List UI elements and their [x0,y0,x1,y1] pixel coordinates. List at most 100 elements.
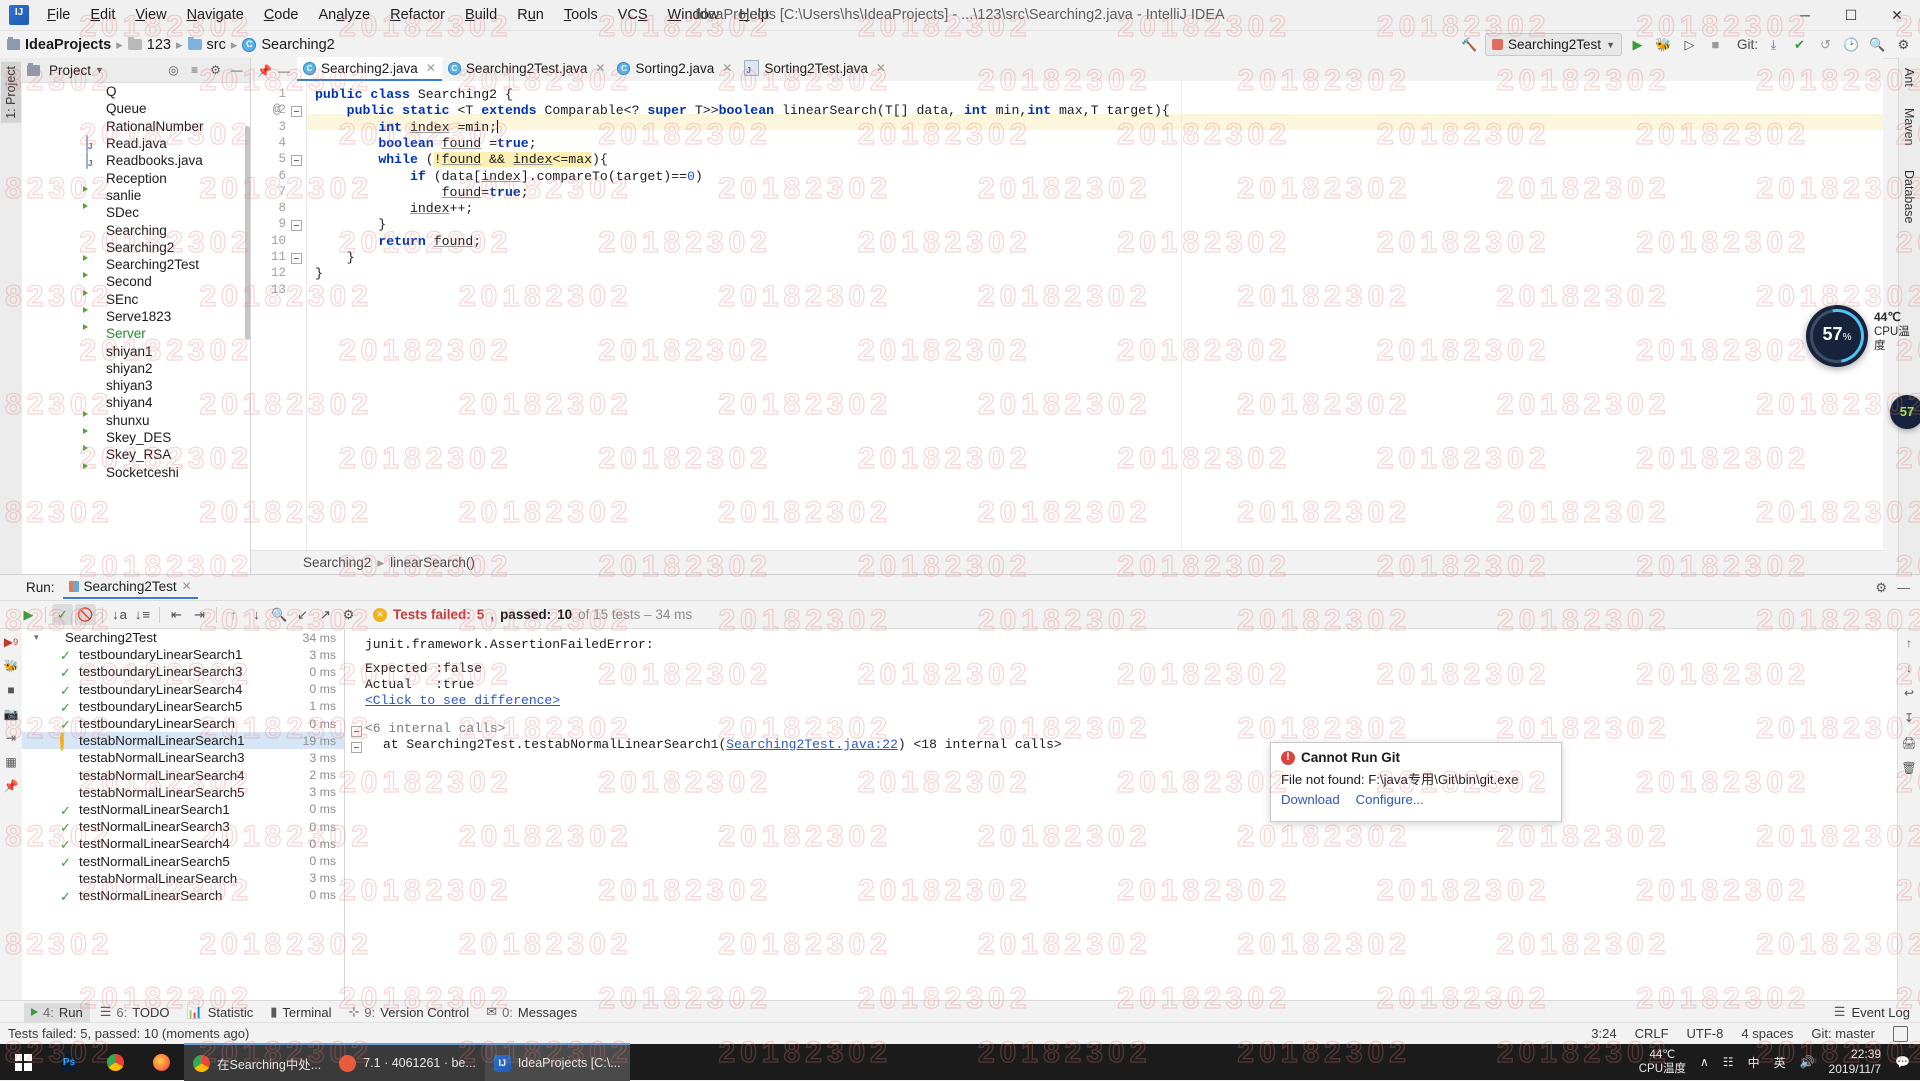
start-button[interactable] [0,1044,46,1080]
scroll-down-icon[interactable]: ↓ [1899,657,1919,679]
tray-volume-icon[interactable]: 🔊 [1800,1055,1815,1069]
close-icon[interactable]: ✕ [182,579,192,593]
scroll-up-icon[interactable]: ↑ [1899,632,1919,654]
test-output-console[interactable]: junit.framework.AssertionFailedError: Ex… [345,629,1898,1007]
tree-item-shiyan3[interactable]: shiyan3 [22,377,250,394]
maximize-button[interactable]: ☐ [1828,0,1874,30]
tree-item-server[interactable]: Server [22,325,250,342]
show-passed-icon[interactable]: ✓ [52,604,73,625]
bottom-tab-run[interactable]: 4: Run [24,1002,90,1022]
notification-download-link[interactable]: Download [1281,792,1340,807]
dump-threads-icon[interactable]: ⇥ [1,727,21,749]
stack-link[interactable]: Searching2Test.java:22 [726,737,898,752]
editor-tab-searching2test-java[interactable]: Searching2Test.java ✕ [442,57,612,81]
tree-item-sdec[interactable]: SDec [22,204,250,221]
breadcrumb-class[interactable]: Searching2 [303,555,371,570]
sort-alpha-icon[interactable]: ↓ a [109,604,130,625]
next-fail-icon[interactable]: ↓ [246,604,267,625]
taskbar-window-browser[interactable]: 在Searching中处... [184,1043,331,1081]
tree-item-shunxu[interactable]: shunxu [22,412,250,429]
test-row-testNormalLinearSearch[interactable]: ✓ testNormalLinearSearch 0 ms [22,887,344,904]
pin-icon[interactable]: 📌 [1,775,21,797]
bottom-tab-todo[interactable]: ☰ 6: TODO [93,1002,177,1022]
tree-item-rationalnumber[interactable]: RationalNumber [22,118,250,135]
code-fold-icon[interactable] [291,155,302,167]
caret-position[interactable]: 3:24 [1591,1026,1616,1041]
test-row-testboundaryLinearSearch1[interactable]: ✓ testboundaryLinearSearch1 3 ms [22,646,344,663]
minimize-button[interactable]: ─ [1782,0,1828,30]
taskbar-app-photoshop[interactable]: Ps [46,1044,92,1080]
menu-code[interactable]: Code [254,3,309,27]
editor-tab-sorting2test-java[interactable]: Sorting2Test.java ✕ [738,57,892,81]
hide-panel-icon[interactable]: — [229,63,244,78]
menu-help[interactable]: Help [729,3,779,27]
tray-cpu-temp[interactable]: 44℃ CPU温度 [1639,1048,1686,1076]
settings-gear-icon[interactable]: ⚙ [208,63,223,78]
project-scrollbar[interactable] [245,126,250,340]
tree-item-skey-rsa[interactable]: Skey_RSA [22,446,250,463]
cpu-gauge-mini[interactable] [1890,395,1920,429]
menu-window[interactable]: Window [658,3,730,27]
clear-all-icon[interactable]: 🗑 [1899,757,1919,779]
rerun-icon[interactable]: ▶ [18,604,39,625]
editor-tab-sorting2-java[interactable]: Sorting2.java ✕ [611,57,738,81]
notification-center-icon[interactable]: 💬 [1895,1055,1910,1069]
tray-expand-icon[interactable]: ∧ [1700,1055,1709,1069]
taskbar-window-qq[interactable]: 7.1 · 4061261 · be... [330,1043,485,1081]
menu-view[interactable]: View [125,3,176,27]
code-content[interactable]: public class Searching2 { public static … [307,81,1883,550]
breadcrumb-item-class[interactable]: Searching2 [238,36,338,54]
test-row-testabNormalLinearSearch3[interactable]: testabNormalLinearSearch3 3 ms [22,749,344,766]
sidebar-item-ant[interactable]: Ant [1899,64,1919,91]
revert-icon[interactable]: ↺ [1815,34,1836,55]
tree-item-second[interactable]: Second [22,273,250,290]
breadcrumb-item-project[interactable]: IdeaProjects [3,36,115,54]
close-icon[interactable]: ✕ [595,61,605,75]
editor-gutter[interactable]: 1 2 @3 4 5 6 7 8 9 10 11 12 13 [251,81,306,550]
export-icon[interactable]: ↗ [315,604,336,625]
stop-icon[interactable]: ■ [1705,34,1726,55]
tree-item-shiyan2[interactable]: shiyan2 [22,360,250,377]
test-row-testNormalLinearSearch5[interactable]: ✓ testNormalLinearSearch5 0 ms [22,852,344,869]
indent-setting[interactable]: 4 spaces [1741,1026,1793,1041]
hammer-build-icon[interactable]: 🔨 [1459,34,1480,55]
menu-tools[interactable]: Tools [554,3,608,27]
code-fold-icon[interactable] [291,220,302,232]
close-icon[interactable]: ✕ [876,61,886,75]
code-fold-icon[interactable] [291,253,302,264]
hide-panel-icon[interactable]: — [1897,580,1910,596]
run-tab-searching2test[interactable]: Searching2Test ✕ [62,577,198,599]
lock-icon[interactable] [1893,1025,1908,1042]
project-file-tree[interactable]: QQueueRationalNumber Read.javaReadbooks.j… [22,83,250,574]
rerun-failed-icon[interactable]: ▶ 9 [1,631,21,653]
tree-item-read-java[interactable]: Read.java [22,135,250,153]
collapse-all-icon[interactable]: ⇥ [189,604,210,625]
taskbar-app-firefox[interactable] [138,1044,184,1080]
tray-network-icon[interactable]: ☷ [1723,1055,1734,1069]
stop-icon[interactable]: ■ [1,679,21,701]
search-icon[interactable]: 🔍 [269,604,290,625]
close-icon[interactable]: ✕ [722,61,732,75]
notification-configure-link[interactable]: Configure... [1356,792,1424,807]
menu-run[interactable]: Run [507,3,554,27]
editor-tab-searching2-java[interactable]: Searching2.java ✕ [296,57,442,81]
print-icon[interactable]: 🖨 [1899,732,1919,754]
line-separator[interactable]: CRLF [1635,1026,1669,1041]
menu-vcs[interactable]: VCS [608,3,658,27]
event-log-label[interactable]: Event Log [1851,1005,1910,1020]
settings-gear-icon[interactable]: ⚙ [1875,580,1887,596]
expand-arrow-icon[interactable]: ▾ [34,632,46,643]
debug-icon[interactable]: 🐝 [1,655,21,677]
settings-gear-icon[interactable]: ⚙ [338,604,359,625]
taskbar-clock[interactable]: 22:39 2019/11/7 [1829,1047,1882,1077]
fold-marker-icon[interactable] [351,742,362,753]
menu-edit[interactable]: Edit [80,3,125,27]
import-icon[interactable]: ↙ [292,604,313,625]
prev-fail-icon[interactable]: ↑ [223,604,244,625]
menu-build[interactable]: Build [455,3,507,27]
tree-item-reception[interactable]: Reception [22,169,250,186]
hide-editor-icon[interactable]: — [278,64,290,78]
ime-indicator-cn[interactable]: 中 [1748,1054,1760,1071]
test-row-testboundaryLinearSearch[interactable]: ✓ testboundaryLinearSearch 0 ms [22,715,344,732]
expand-all-icon[interactable]: ⇤ [166,604,187,625]
